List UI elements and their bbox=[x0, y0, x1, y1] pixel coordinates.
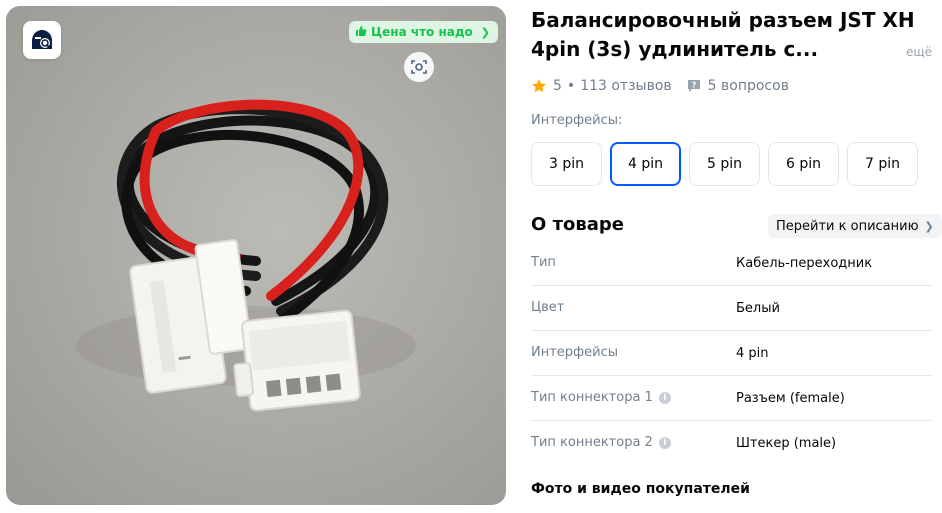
pin-option-7[interactable]: 7 pin bbox=[847, 142, 918, 186]
interfaces-label: Интерфейсы: bbox=[531, 113, 623, 128]
reviews-count[interactable]: 113 отзывов bbox=[580, 78, 671, 94]
spec-row: Тип Кабель-переходник bbox=[531, 241, 932, 286]
spec-row: Интерфейсы 4 pin bbox=[531, 331, 932, 376]
spec-value: Белый bbox=[736, 301, 780, 316]
goto-description-label: Перейти к описанию bbox=[776, 218, 919, 234]
spec-key: Цвет bbox=[531, 300, 564, 315]
spec-key-text: Интерфейсы bbox=[531, 345, 619, 360]
spec-row: Тип коннектора 1 i Разъем (female) bbox=[531, 376, 932, 421]
spec-table: Тип Кабель-переходник Цвет Белый Интерфе… bbox=[531, 241, 932, 466]
spec-key: Тип коннектора 2 i bbox=[531, 435, 671, 450]
interface-options: 3 pin 4 pin 5 pin 6 pin 7 pin bbox=[531, 142, 918, 186]
pin-option-4[interactable]: 4 pin bbox=[610, 142, 681, 186]
chevron-right-icon: ❯ bbox=[924, 219, 934, 233]
thumbs-up-icon bbox=[355, 25, 367, 40]
search-photo-icon[interactable] bbox=[23, 21, 61, 59]
spec-key-text: Цвет bbox=[531, 300, 565, 315]
spec-row: Тип коннектора 2 i Штекер (male) bbox=[531, 421, 932, 466]
star-icon bbox=[531, 78, 547, 94]
info-icon[interactable]: i bbox=[658, 436, 671, 449]
spec-key-text: Тип коннектора 1 bbox=[531, 390, 653, 405]
buyer-media-title: Фото и видео покупателей bbox=[531, 481, 750, 497]
chevron-right-icon: ❯ bbox=[480, 25, 490, 39]
product-image-panel[interactable]: Цена что надо ❯ bbox=[6, 6, 506, 505]
price-badge[interactable]: Цена что надо ❯ bbox=[349, 21, 498, 43]
goto-description-button[interactable]: Перейти к описанию ❯ bbox=[768, 214, 942, 238]
pin-option-3[interactable]: 3 pin bbox=[531, 142, 602, 186]
pin-option-5[interactable]: 5 pin bbox=[689, 142, 760, 186]
spec-key: Интерфейсы bbox=[531, 345, 618, 360]
scan-icon[interactable] bbox=[404, 52, 434, 82]
product-photo bbox=[76, 99, 416, 412]
spec-key: Тип bbox=[531, 255, 556, 270]
rating-row[interactable]: 5 • 113 отзывов ? 5 вопросов bbox=[531, 78, 789, 94]
question-bubble-icon: ? bbox=[686, 78, 702, 94]
about-title: О товаре bbox=[531, 214, 624, 235]
spec-value: Штекер (male) bbox=[736, 436, 837, 451]
price-badge-label: Цена что надо bbox=[371, 25, 473, 39]
spec-value: Разъем (female) bbox=[736, 391, 845, 406]
spec-key-text: Тип bbox=[531, 255, 556, 270]
product-title: Балансировочный разъем JST XH 4pin (3s) … bbox=[531, 8, 915, 61]
rating-separator: • bbox=[566, 78, 576, 94]
more-link[interactable]: ещё bbox=[906, 45, 932, 59]
pin-option-6[interactable]: 6 pin bbox=[768, 142, 839, 186]
spec-value: 4 pin bbox=[736, 346, 769, 361]
spec-key-text: Тип коннектора 2 bbox=[531, 435, 653, 450]
spec-value: Кабель-переходник bbox=[736, 256, 873, 271]
spec-key: Тип коннектора 1 i bbox=[531, 390, 671, 405]
svg-text:?: ? bbox=[691, 81, 696, 90]
questions-count[interactable]: 5 вопросов bbox=[708, 78, 789, 94]
info-icon[interactable]: i bbox=[658, 391, 671, 404]
spec-row: Цвет Белый bbox=[531, 286, 932, 331]
rating-value: 5 bbox=[553, 78, 562, 94]
